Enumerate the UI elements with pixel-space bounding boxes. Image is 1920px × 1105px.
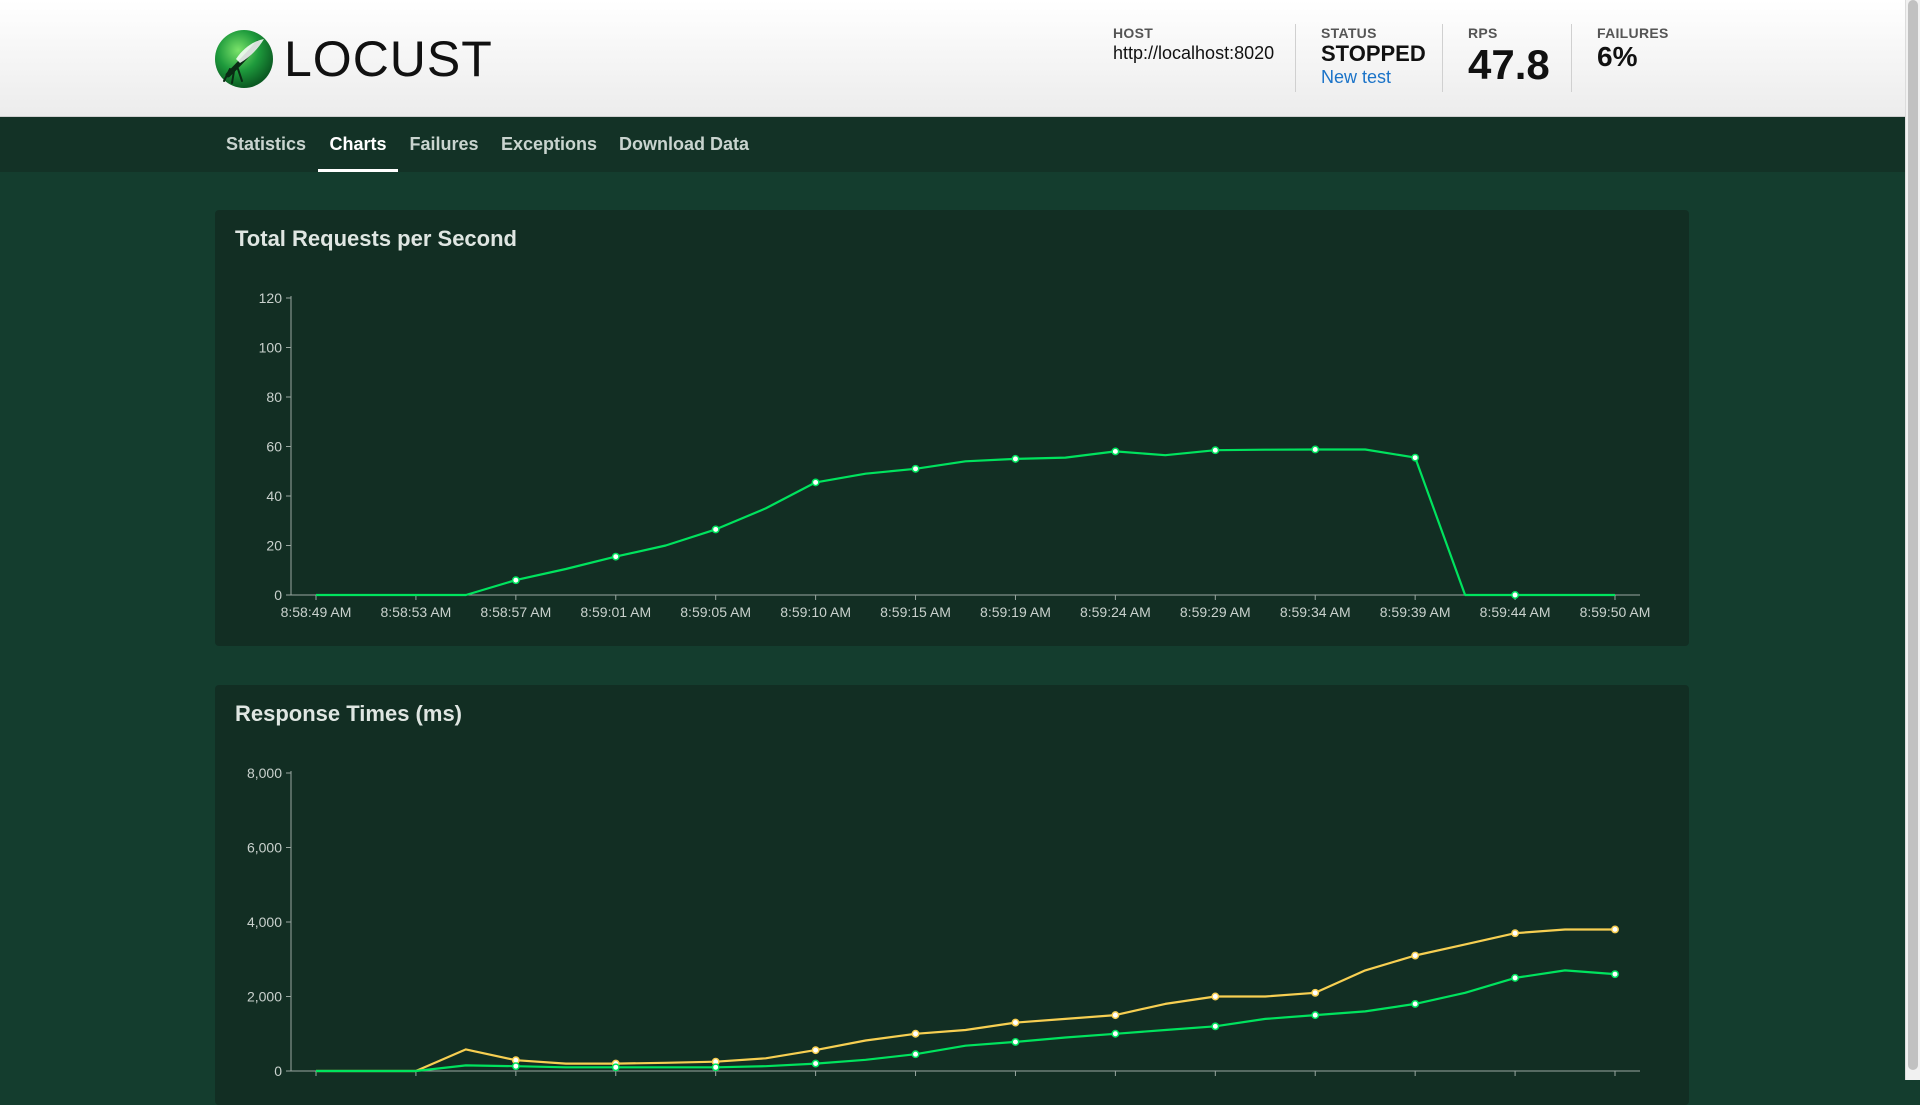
data-point[interactable]: [711, 1063, 720, 1072]
tab-exceptions[interactable]: Exceptions: [494, 117, 604, 172]
x-tick-label: 8:59:39 AM: [1380, 604, 1451, 620]
x-tick-label: 8:59:19 AM: [980, 604, 1051, 620]
failures-stat: FAILURES 6%: [1571, 24, 1669, 92]
locust-logo[interactable]: LOCUST: [214, 28, 493, 90]
data-point[interactable]: [911, 1050, 920, 1059]
rps-chart-card: Total Requests per Second 0 20 40 60 80 100 12…: [215, 210, 1689, 646]
x-tick-label: 8:59:29 AM: [1180, 604, 1251, 620]
locust-logo-icon: [215, 30, 273, 88]
x-tick-label: 8:59:44 AM: [1480, 604, 1551, 620]
data-point[interactable]: [1411, 951, 1420, 960]
data-point[interactable]: [1311, 988, 1320, 997]
status-value: STOPPED: [1321, 41, 1426, 66]
host-stat: HOST http://localhost:8020: [1113, 24, 1274, 92]
series-line-0: [316, 448, 1615, 597]
data-point[interactable]: [1311, 1011, 1320, 1020]
data-point[interactable]: [611, 1063, 620, 1072]
data-point[interactable]: [511, 576, 520, 585]
tab-charts[interactable]: Charts: [318, 117, 398, 172]
data-point[interactable]: [811, 478, 820, 487]
main-nav: Statistics Charts Failures Exceptions Do…: [0, 117, 1905, 172]
page-scrollbar[interactable]: [1905, 0, 1920, 1080]
scrollbar-thumb[interactable]: [1908, 0, 1918, 1070]
data-point[interactable]: [1111, 447, 1120, 456]
y-tick-label: 40: [266, 488, 282, 504]
data-point[interactable]: [811, 1059, 820, 1068]
y-tick-label: 2,000: [247, 989, 282, 1005]
y-tick-label: 80: [266, 389, 282, 405]
x-tick-label: 8:59:15 AM: [880, 604, 951, 620]
data-point[interactable]: [511, 1062, 520, 1071]
x-tick-label: 8:58:53 AM: [381, 604, 452, 620]
data-point[interactable]: [1311, 445, 1320, 454]
series-line-1: [316, 969, 1616, 1073]
data-point[interactable]: [1211, 446, 1220, 455]
data-point[interactable]: [711, 525, 720, 534]
y-tick-label: 6,000: [247, 840, 282, 856]
x-tick-label: 8:59:01 AM: [580, 604, 651, 620]
y-tick-label: 60: [266, 439, 282, 455]
data-point[interactable]: [1011, 1018, 1020, 1027]
data-point[interactable]: [611, 552, 620, 561]
data-point[interactable]: [911, 464, 920, 473]
y-tick-label: 20: [266, 538, 282, 554]
x-tick-label: 8:59:50 AM: [1580, 604, 1651, 620]
rps-chart: 0 20 40 60 80 100 120 8:58:49 AM 8:58:53 AM 8:58:…: [259, 290, 1651, 620]
response-times-chart-card: Response Times (ms) 0 2,000 4,000 6,000 8,00…: [215, 685, 1689, 1105]
rps-stat: RPS 47.8: [1442, 24, 1550, 92]
data-point[interactable]: [1211, 1022, 1220, 1031]
tab-statistics[interactable]: Statistics: [215, 117, 317, 172]
response-times-chart: 0 2,000 4,000 6,000 8,000: [247, 765, 1640, 1079]
top-header: LOCUST HOST http://localhost:8020 STATUS…: [0, 0, 1905, 117]
y-tick-label: 100: [259, 340, 283, 356]
data-point[interactable]: [1111, 1011, 1120, 1020]
rps-value: 47.8: [1468, 41, 1550, 88]
data-point[interactable]: [1611, 970, 1619, 979]
brand-name: LOCUST: [284, 31, 493, 87]
new-test-link[interactable]: New test: [1321, 66, 1426, 88]
x-tick-label: 8:59:34 AM: [1280, 604, 1351, 620]
y-tick-label: 8,000: [247, 765, 282, 781]
data-point[interactable]: [811, 1046, 820, 1055]
x-tick-label: 8:59:05 AM: [680, 604, 751, 620]
data-point[interactable]: [1511, 591, 1520, 599]
status-label: STATUS: [1321, 25, 1377, 41]
failures-value: 6%: [1597, 41, 1638, 72]
tab-failures[interactable]: Failures: [404, 117, 484, 172]
tab-download-data[interactable]: Download Data: [614, 117, 754, 172]
y-tick-label: 120: [259, 290, 283, 306]
x-tick-label: 8:59:10 AM: [780, 604, 851, 620]
data-point[interactable]: [1611, 925, 1619, 934]
rps-label: RPS: [1468, 25, 1498, 41]
x-tick-label: 8:59:24 AM: [1080, 604, 1151, 620]
series-line-0: [316, 928, 1615, 1073]
data-point[interactable]: [911, 1029, 920, 1038]
data-point[interactable]: [1211, 992, 1220, 1001]
y-tick-label: 0: [274, 1063, 282, 1079]
failures-label: FAILURES: [1597, 25, 1669, 41]
data-point[interactable]: [1011, 454, 1020, 463]
data-point[interactable]: [1011, 1037, 1020, 1046]
data-point[interactable]: [1411, 1000, 1420, 1008]
host-label: HOST: [1113, 25, 1154, 41]
status-stat: STATUS STOPPED New test: [1295, 24, 1426, 92]
x-tick-label: 8:58:57 AM: [480, 604, 551, 620]
data-point[interactable]: [1411, 453, 1420, 462]
data-point[interactable]: [1511, 929, 1520, 938]
data-point[interactable]: [1511, 973, 1520, 982]
x-tick-label: 8:58:49 AM: [281, 604, 352, 620]
data-point[interactable]: [1111, 1029, 1120, 1038]
host-value: http://localhost:8020: [1113, 43, 1275, 63]
y-tick-label: 0: [274, 587, 282, 603]
y-tick-label: 4,000: [247, 914, 282, 930]
